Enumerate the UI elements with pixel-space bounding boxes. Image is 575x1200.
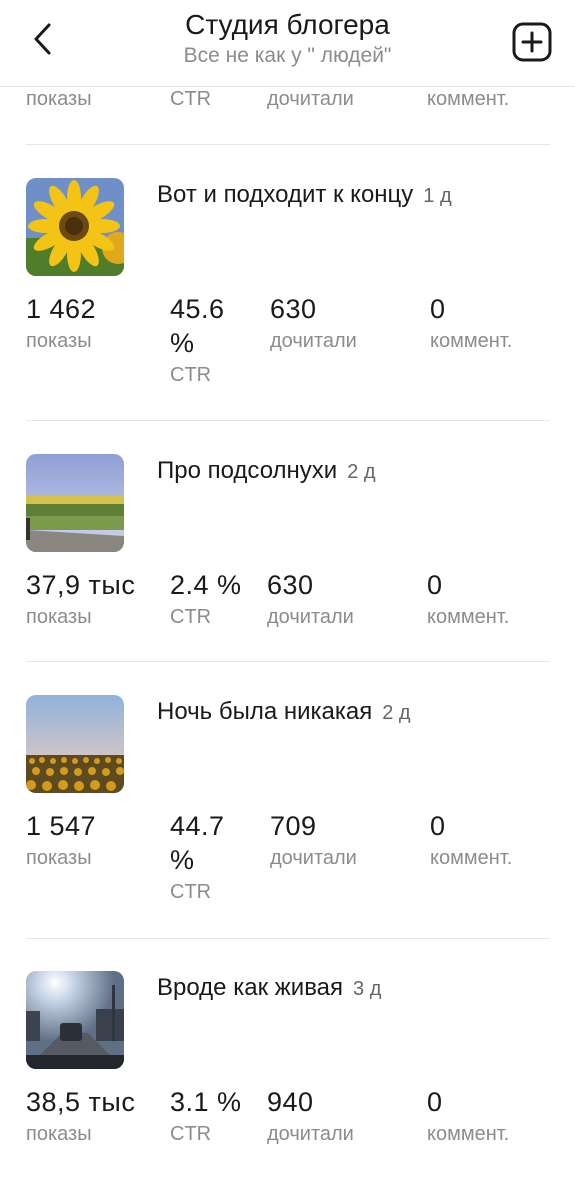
reads-label: дочитали [270, 330, 357, 352]
stat-reads: 630 дочитали [270, 292, 357, 354]
stat-comments: 0 коммент. [430, 809, 512, 871]
views-label: показы [26, 847, 92, 869]
views-label: показы [26, 1123, 92, 1145]
stat-comments: 0 коммент. [430, 292, 512, 354]
divider [26, 938, 550, 939]
ctr-label: CTR [170, 1123, 212, 1145]
comments-label: коммент. [427, 88, 510, 110]
ctr-label: CTR [170, 364, 212, 386]
stat-views: 37,9 тыс показы [26, 568, 135, 630]
add-post-button[interactable] [512, 22, 556, 66]
ctr-label: CTR [170, 881, 212, 903]
views-label: показы [26, 606, 92, 628]
comments-label: коммент. [430, 330, 513, 352]
ctr-label: CTR [170, 88, 212, 110]
post-title-row[interactable]: Вроде как живая 3 д [157, 973, 381, 1004]
post-thumbnail[interactable] [26, 971, 124, 1069]
stat-ctr: 44.7 % CTR [170, 809, 240, 905]
divider [26, 420, 550, 421]
post-age: 2 д [382, 702, 411, 724]
comments-value: 0 [427, 1087, 443, 1117]
comments-label: коммент. [427, 1123, 510, 1145]
views-value: 1 462 [26, 294, 97, 324]
plus-square-icon [512, 22, 552, 62]
post-title-row[interactable]: Про подсолнухи 2 д [157, 456, 376, 487]
sunflower-field-dusk-image [26, 695, 124, 793]
reads-label: дочитали [267, 1123, 354, 1145]
comments-value: 0 [427, 570, 443, 600]
reads-value: 940 [267, 1087, 314, 1117]
views-label: показы [26, 330, 92, 352]
back-button[interactable] [22, 18, 64, 60]
views-label: показы [26, 88, 92, 110]
ctr-value: 45.6 % [170, 294, 225, 358]
stat-reads: 709 дочитали [270, 809, 357, 871]
header-title-block: Студия блогера Все не как у " людей" [120, 8, 455, 70]
app-header: Студия блогера Все не как у " людей" [0, 0, 575, 87]
road-through-windshield-image [26, 971, 124, 1069]
ctr-label: CTR [170, 606, 212, 628]
stat-comments: 0 коммент. [427, 568, 509, 630]
post-title-row[interactable]: Вот и подходит к концу 1 д [157, 180, 452, 211]
stat-reads: 940 дочитали [267, 1085, 354, 1147]
comments-label: коммент. [427, 606, 510, 628]
channel-name: Все не как у " людей" [183, 44, 392, 67]
sunflower-closeup-image [26, 178, 124, 276]
views-value: 37,9 тыс [26, 570, 136, 600]
post-age: 1 д [423, 185, 452, 207]
post-title: Про подсолнухи [157, 457, 338, 484]
post-age: 3 д [353, 978, 382, 1000]
stat-views: 1 462 показы [26, 292, 96, 354]
ctr-value: 44.7 % [170, 811, 225, 875]
page-title: Студия блогера [185, 9, 390, 40]
chevron-left-icon [34, 23, 51, 55]
stat-comments: 0 коммент. [427, 1085, 509, 1147]
post-title-row[interactable]: Ночь была никакая 2 д [157, 697, 411, 728]
stat-views: 1 547 показы [26, 809, 96, 871]
ctr-value: 2.4 % [170, 570, 242, 600]
reads-value: 709 [270, 811, 317, 841]
reads-label: дочитали [267, 606, 354, 628]
sunflower-field-road-image [26, 454, 124, 552]
divider [26, 661, 550, 662]
stat-ctr: 2.4 % CTR [170, 568, 242, 630]
previous-post-stats-partial: показы CTR дочитали коммент. [0, 86, 575, 112]
post-age: 2 д [347, 461, 376, 483]
comments-value: 0 [430, 294, 446, 324]
views-value: 1 547 [26, 811, 97, 841]
divider [26, 144, 550, 145]
post-thumbnail[interactable] [26, 178, 124, 276]
post-title: Вроде как живая [157, 974, 344, 1001]
ctr-value: 3.1 % [170, 1087, 242, 1117]
post-thumbnail[interactable] [26, 695, 124, 793]
stat-reads: 630 дочитали [267, 568, 354, 630]
post-thumbnail[interactable] [26, 454, 124, 552]
reads-label: дочитали [267, 88, 354, 110]
reads-value: 630 [270, 294, 317, 324]
stat-ctr: 3.1 % CTR [170, 1085, 242, 1147]
stat-ctr: 45.6 % CTR [170, 292, 240, 388]
stat-views: 38,5 тыс показы [26, 1085, 135, 1147]
post-title: Ночь была никакая [157, 698, 373, 725]
reads-value: 630 [267, 570, 314, 600]
views-value: 38,5 тыс [26, 1087, 136, 1117]
comments-value: 0 [430, 811, 446, 841]
comments-label: коммент. [430, 847, 513, 869]
reads-label: дочитали [270, 847, 357, 869]
post-title: Вот и подходит к концу [157, 181, 414, 208]
